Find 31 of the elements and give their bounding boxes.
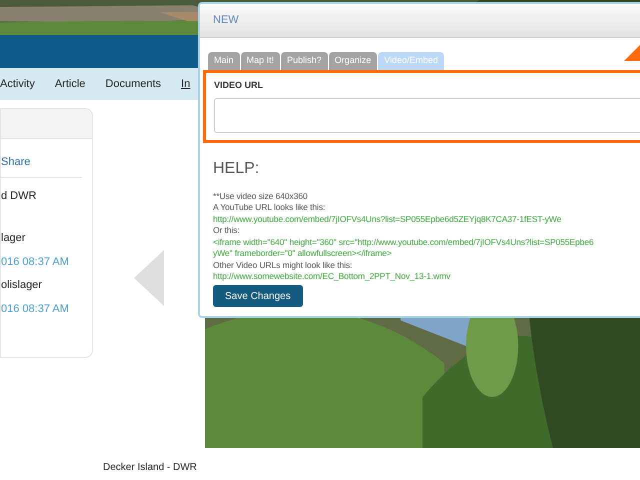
tab[interactable]: Video/Embed [378, 52, 444, 70]
tab[interactable]: Organize [328, 52, 378, 70]
tab[interactable]: Publish? [281, 52, 328, 70]
help-text: **Use video size 640x360 [213, 190, 308, 202]
field-label: VIDEO URL [214, 79, 264, 92]
author-text: olislager [1, 279, 42, 291]
dialog-title: NEW [213, 13, 239, 28]
example-code: http://www.somewebsite.com/EC_Bottom_2PPT_Nov_13-1.wmv [213, 271, 450, 282]
help-text: A YouTube URL looks like this: [213, 202, 326, 214]
save-changes-button[interactable]: Save Changes [213, 285, 303, 307]
tab[interactable]: Main [208, 52, 240, 70]
example-code: <iframe width="640" height="360" src="http://www.youtube.com/embed/7jIOFVs4Uns?list=SP055Epbe6 [213, 236, 594, 248]
author-text: d DWR [1, 190, 36, 202]
date-link[interactable]: 016 08:37 AM [1, 302, 69, 314]
tab[interactable]: Map It! [240, 52, 280, 70]
photo-caption: Decker Island - DWR [103, 462, 197, 473]
example-code: yWe" frameborder="0" allowfullscreen></iframe> [213, 248, 392, 260]
nav-link[interactable]: Documents [105, 76, 162, 92]
arrow-icon [624, 45, 640, 61]
date-link[interactable]: 016 08:37 AM [1, 256, 69, 268]
video-url-field[interactable] [214, 98, 640, 132]
author-text: lager [1, 232, 26, 244]
help-text: Or this: [213, 225, 240, 236]
help-text: Other Video URLs might look like this: [213, 260, 352, 271]
help-title: HELP: [213, 158, 260, 178]
share-link[interactable]: Share [1, 156, 30, 168]
nav-link[interactable]: Article [54, 76, 86, 92]
nav-link[interactable]: Activity [0, 76, 35, 92]
nav-link[interactable]: In [181, 76, 190, 92]
example-code: http://www.youtube.com/embed/7jIOFVs4Uns?list=SP055Epbe6d5ZEYjq8K7CA37-1fEST-yWe [213, 214, 562, 225]
previous-arrow-icon[interactable] [134, 250, 164, 306]
